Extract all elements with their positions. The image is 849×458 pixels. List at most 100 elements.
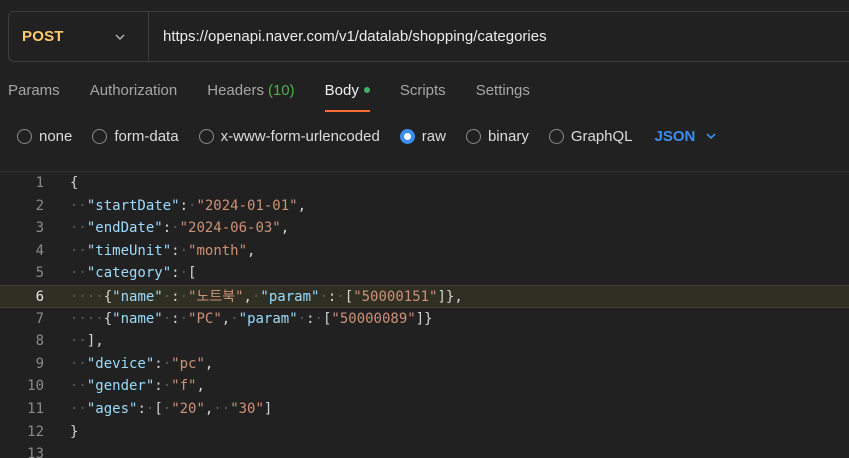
json-punctuation: ] [263,400,273,417]
code-line[interactable]: 1{ [0,172,849,195]
url-input[interactable]: https://openapi.naver.com/v1/datalab/sho… [163,28,547,45]
json-string: "50000089" [331,310,416,327]
whitespace-marker: · [230,310,239,327]
language-dropdown[interactable]: JSON [655,128,718,145]
code-line[interactable]: 8 ··], [0,330,849,353]
json-key: "category" [86,265,172,282]
code-line[interactable]: 12} [0,421,849,444]
line-number: 7 [35,310,44,327]
whitespace-marker: ·· [70,242,87,259]
whitespace-marker: · [162,288,172,305]
whitespace-marker: · [171,220,180,237]
json-punctuation: : [171,310,180,327]
code-text: ··"category":·[ [70,262,196,285]
chevron-down-icon [706,133,716,140]
code-text: ··"gender":·"f", [70,375,205,398]
tab-label: Scripts [399,82,446,99]
code-line[interactable]: 3 ··"endDate":·"2024-06-03", [0,217,849,240]
tab-label: Params [8,82,60,99]
radio-label: binary [487,127,529,145]
json-punctuation: : [162,220,172,237]
radio-circle-icon [548,128,564,144]
radio-graphql[interactable]: GraphQL [548,127,633,145]
method-dropdown[interactable]: POST [9,12,149,61]
code-line[interactable]: 10 ··"gender":·"f", [0,375,849,398]
json-string: "f" [171,378,197,395]
json-key: "name" [112,310,163,327]
line-number: 10 [27,378,44,395]
code-line[interactable]: 7 ····{"name"·:·"PC",·"param"·:·["5000008… [0,308,849,331]
json-key: "startDate" [86,197,180,214]
json-string: "2024-06-03" [179,220,281,237]
code-text: ····{"name"·:·"노트북",·"param"·:·["5000015… [70,286,463,309]
json-key: "name" [112,288,163,305]
code-text: { [70,172,78,195]
whitespace-marker: ·· [213,400,231,417]
whitespace-marker: ·· [70,220,87,237]
json-punctuation: : [137,400,146,417]
whitespace-marker: · [162,400,172,417]
json-punctuation: , [243,288,252,305]
tab-label: Headers [207,82,264,99]
json-key: "endDate" [86,220,163,237]
language-label: JSON [654,127,696,145]
code-text: } [70,421,78,444]
tab-settings[interactable]: Settings [476,80,530,110]
whitespace-marker: · [319,288,328,305]
tab-headers[interactable]: Headers (10) [207,80,294,110]
tab-params[interactable]: Params [8,80,60,110]
code-line[interactable]: 5 ··"category":·[ [0,262,849,285]
code-editor[interactable]: 1{2 ··"startDate":·"2024-01-01", 3 ··"endDa… [0,172,849,458]
code-line[interactable]: 13 [0,443,849,458]
code-text: ··"endDate":·"2024-06-03", [70,217,289,240]
request-tabs: Params Authorization Headers (10) Body Sc… [8,80,560,112]
code-line[interactable]: 2 ··"startDate":·"2024-01-01", [0,195,849,218]
json-string: "pc" [171,355,205,372]
json-string: "2024-01-01" [196,197,298,214]
whitespace-marker: · [179,265,189,282]
radio-binary[interactable]: binary [465,127,529,145]
headers-count-badge: (10) [267,82,295,99]
line-number: 4 [35,242,44,259]
json-string: "30" [230,400,264,417]
whitespace-marker: · [179,288,189,305]
json-punctuation: : [171,265,180,282]
json-key: "gender" [86,378,155,395]
json-punctuation: [ [154,400,163,417]
json-key: "timeUnit" [86,242,172,259]
json-key: "device" [86,355,155,372]
tab-scripts[interactable]: Scripts [400,80,446,110]
json-punctuation: , [204,355,214,372]
json-punctuation: [ [188,265,197,282]
tab-body[interactable]: Body [324,80,371,112]
request-url-bar: POST https://openapi.naver.com/v1/datala… [8,11,849,62]
code-line[interactable]: 9 ··"device":·"pc", [0,353,849,376]
whitespace-marker: ·· [70,333,87,350]
code-line[interactable]: 11 ··"ages":·[·"20",··"30"] [0,398,849,421]
body-type-selector: none form-data x-www-form-urlencoded raw… [17,124,717,148]
line-number: 8 [35,333,44,350]
tab-authorization[interactable]: Authorization [90,80,178,110]
body-indicator-dot-icon [363,87,370,93]
radio-none[interactable]: none [17,128,72,145]
json-string: "PC" [188,310,222,327]
json-string: "50000151" [353,288,438,305]
tab-label: Authorization [89,82,178,99]
whitespace-marker: · [179,310,189,327]
line-number: 3 [35,220,44,237]
radio-label: GraphQL [570,127,633,145]
json-punctuation: : [171,288,180,305]
code-line[interactable]: 6 ····{"name"·:·"노트북",·"param"·:·["500001… [0,284,849,309]
radio-form-data[interactable]: form-data [92,128,179,145]
tab-label: Body [324,82,359,99]
json-punctuation: ]}, [437,288,463,305]
whitespace-marker: · [314,310,323,327]
json-string: "20" [171,400,205,417]
whitespace-marker: ···· [70,288,104,305]
radio-raw[interactable]: raw [399,128,446,145]
whitespace-marker: · [179,242,189,259]
json-punctuation: , [221,310,231,327]
radio-x-www-form-urlencoded[interactable]: x-www-form-urlencoded [198,128,380,145]
json-punctuation: : [154,378,163,395]
code-line[interactable]: 4 ··"timeUnit":·"month", [0,240,849,263]
